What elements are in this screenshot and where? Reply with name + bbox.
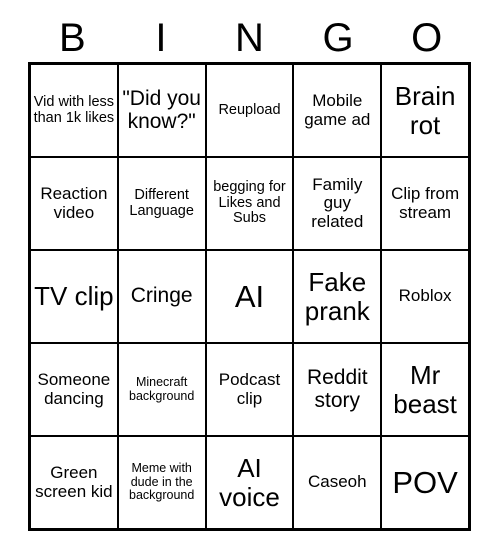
bingo-card: B I N G O Vid with less than 1k likes "D… [28,14,471,531]
bingo-row: Reaction video Different Language beggin… [28,156,471,251]
bingo-cell-label: Reaction video [40,184,108,222]
bingo-cell[interactable]: TV clip [28,249,119,344]
bingo-cell-label: Family guy related [311,174,364,231]
bingo-cell[interactable]: Green screen kid [28,435,119,531]
bingo-cell[interactable]: Cringe [116,249,207,344]
bingo-header: B I N G O [28,14,471,62]
bingo-cell-label: Brain rot [394,81,456,140]
bingo-cell-label: Podcast clip [218,370,281,408]
bingo-cell[interactable]: AI [204,249,295,344]
bingo-cell[interactable]: Someone dancing [28,342,119,437]
bingo-cell-label: Green screen kid [35,463,113,501]
bingo-cell-label: Clip from stream [391,184,460,222]
bingo-cell-label: Vid with less than 1k likes [33,93,115,126]
bingo-cell[interactable]: Mobile game ad [292,62,383,158]
bingo-row: Vid with less than 1k likes "Did you kno… [28,62,471,158]
bingo-cell-label: begging for Likes and Subs [213,179,286,227]
bingo-cell[interactable]: Clip from stream [380,156,471,251]
bingo-cell-label: TV clip [34,281,114,312]
bingo-cell[interactable]: Reaction video [28,156,119,251]
bingo-cell[interactable]: Vid with less than 1k likes [28,62,119,158]
bingo-cell[interactable]: "Did you know?" [116,62,207,158]
bingo-cell[interactable]: Caseoh [292,435,383,531]
bingo-cell-label: Caseoh [307,472,367,492]
bingo-cell-label: AI voice [219,453,280,512]
bingo-row: Green screen kid Meme with dude in the b… [28,435,471,531]
bingo-cell[interactable]: Brain rot [380,62,471,158]
bingo-cell[interactable]: Podcast clip [204,342,295,437]
bingo-cell-label: POV [392,464,458,500]
bingo-cell-label: Reddit story [306,365,368,412]
bingo-cell[interactable]: Family guy related [292,156,383,251]
bingo-cell-label: Minecraft background [129,375,195,403]
bingo-cell-label: Mr beast [393,360,457,419]
bingo-cell-label: Fake prank [304,267,370,326]
bingo-cell[interactable]: AI voice [204,435,295,531]
bingo-cell-label: Mobile game ad [304,91,371,129]
bingo-header-letter-g: G [322,16,354,60]
bingo-header-letter-o: O [411,16,443,60]
bingo-cell-label: Someone dancing [37,370,111,408]
bingo-cell-label: AI [234,278,265,314]
bingo-cell[interactable]: Different Language [116,156,207,251]
bingo-cell[interactable]: Reupload [204,62,295,158]
bingo-cell[interactable]: begging for Likes and Subs [204,156,295,251]
bingo-cell-label: Cringe [130,284,193,308]
bingo-cell-label: Reupload [218,101,281,118]
bingo-cell[interactable]: Meme with dude in the background [116,435,207,531]
bingo-cell[interactable]: Reddit story [292,342,383,437]
bingo-cell-label: Different Language [129,186,194,219]
bingo-cell[interactable]: Minecraft background [116,342,207,437]
bingo-header-letter-n: N [235,16,264,60]
bingo-row: TV clip Cringe AI Fake prank Roblox [28,249,471,344]
bingo-cell[interactable]: POV [380,435,471,531]
bingo-cell-label: Meme with dude in the background [129,461,195,503]
bingo-row: Someone dancing Minecraft background Pod… [28,342,471,437]
bingo-grid: Vid with less than 1k likes "Did you kno… [28,62,471,531]
bingo-header-letter-i: I [155,16,167,60]
bingo-header-letter-b: B [58,16,86,60]
bingo-cell-label: "Did you know?" [122,86,201,133]
bingo-cell[interactable]: Fake prank [292,249,383,344]
bingo-cell[interactable]: Roblox [380,249,471,344]
bingo-cell[interactable]: Mr beast [380,342,471,437]
bingo-cell-label: Roblox [398,286,452,306]
